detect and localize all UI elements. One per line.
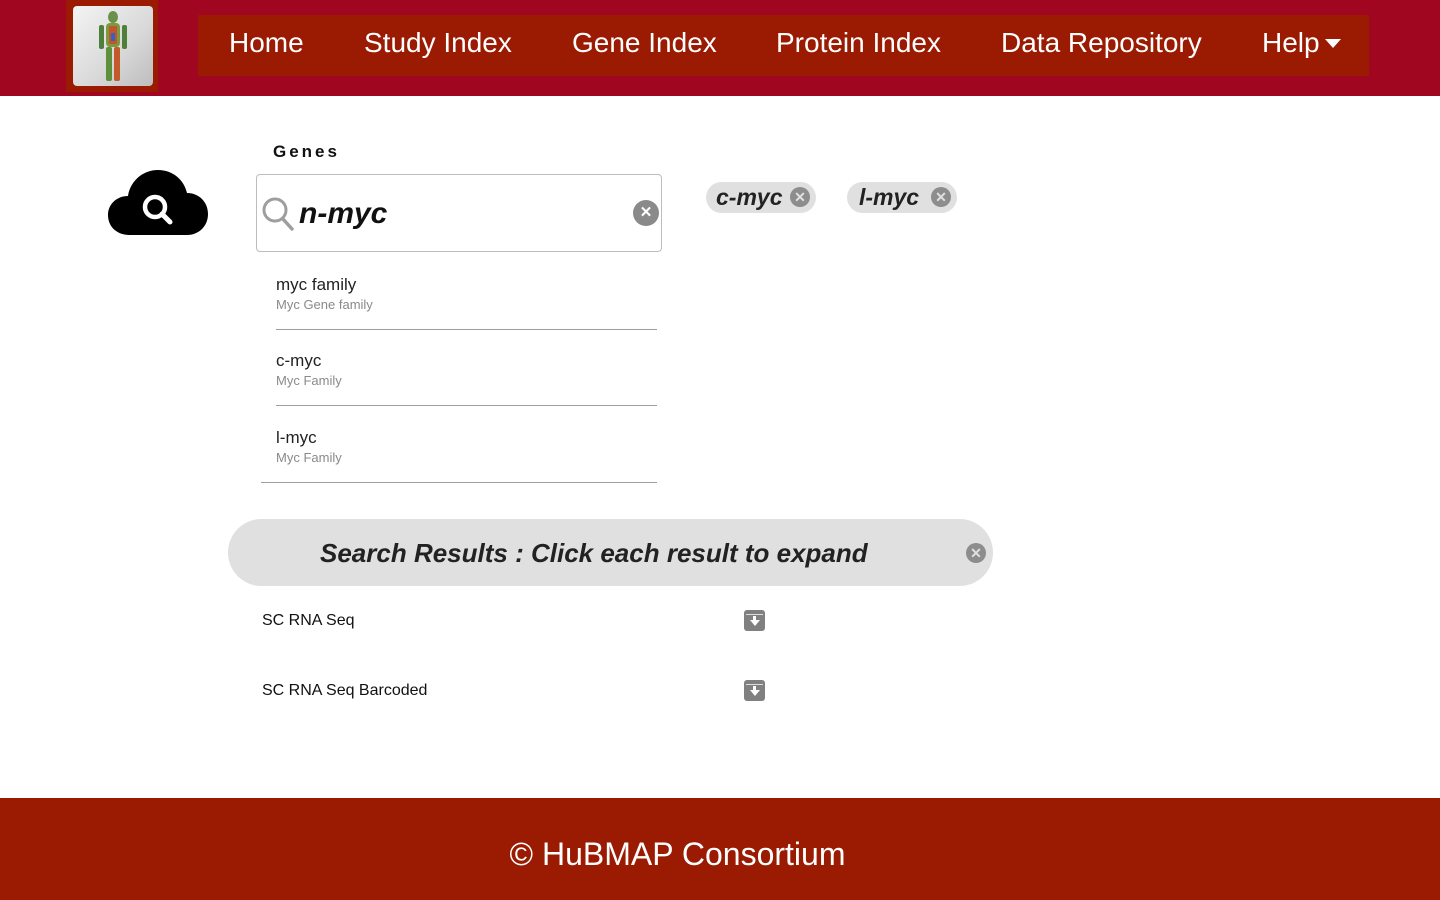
- cloud-search-icon: [108, 168, 208, 236]
- suggestion-item[interactable]: l-myc Myc Family: [261, 428, 657, 483]
- expand-archive-icon[interactable]: [744, 610, 765, 631]
- chip-label: c-myc: [716, 184, 783, 210]
- suggestion-title: c-myc: [276, 351, 322, 370]
- suggestion-subtitle: Myc Gene family: [276, 297, 373, 312]
- nav-home[interactable]: Home: [229, 15, 304, 76]
- top-header: Home Study Index Gene Index Protein Inde…: [0, 0, 1440, 96]
- genes-field-label: Genes: [273, 142, 340, 161]
- suggestion-item[interactable]: c-myc Myc Family: [276, 351, 657, 406]
- nav-gene-index[interactable]: Gene Index: [572, 15, 717, 76]
- human-body-logo-icon: [73, 6, 153, 86]
- search-results-banner: Search Results : Click each result to ex…: [228, 519, 993, 586]
- result-row-sc-rna-seq[interactable]: SC RNA Seq: [262, 612, 354, 630]
- search-results-title: Search Results : Click each result to ex…: [320, 538, 868, 568]
- suggestion-title: l-myc: [276, 428, 317, 447]
- gene-search-box: ✕: [256, 174, 662, 252]
- caret-down-icon: [1324, 39, 1341, 49]
- chip-label: l-myc: [859, 184, 920, 210]
- selected-gene-chip[interactable]: l-myc ✕: [847, 182, 957, 213]
- nav-help-label: Help: [1262, 27, 1320, 58]
- nav-study-index[interactable]: Study Index: [364, 15, 512, 76]
- selected-gene-chip[interactable]: c-myc ✕: [706, 182, 816, 213]
- suggestion-subtitle: Myc Family: [276, 373, 342, 388]
- suggestion-item[interactable]: myc family Myc Gene family: [276, 275, 657, 330]
- close-results-icon[interactable]: ✕: [966, 543, 986, 563]
- remove-chip-icon[interactable]: ✕: [790, 187, 810, 207]
- nav-data-repository[interactable]: Data Repository: [1001, 15, 1202, 76]
- expand-archive-icon[interactable]: [744, 680, 765, 701]
- logo-link[interactable]: [66, 0, 158, 92]
- footer-copyright: © HuBMAP Consortium: [509, 836, 846, 872]
- nav-protein-index[interactable]: Protein Index: [776, 15, 941, 76]
- main-nav: Home Study Index Gene Index Protein Inde…: [198, 15, 1369, 76]
- clear-search-icon[interactable]: ✕: [633, 200, 659, 226]
- remove-chip-icon[interactable]: ✕: [931, 187, 951, 207]
- footer: © HuBMAP Consortium: [0, 798, 1440, 900]
- search-icon: [262, 197, 294, 231]
- suggestion-subtitle: Myc Family: [276, 450, 342, 465]
- suggestion-title: myc family: [276, 275, 357, 294]
- result-row-sc-rna-seq-barcoded[interactable]: SC RNA Seq Barcoded: [262, 682, 427, 700]
- nav-help-dropdown[interactable]: Help: [1262, 15, 1341, 76]
- gene-search-input[interactable]: [299, 193, 619, 235]
